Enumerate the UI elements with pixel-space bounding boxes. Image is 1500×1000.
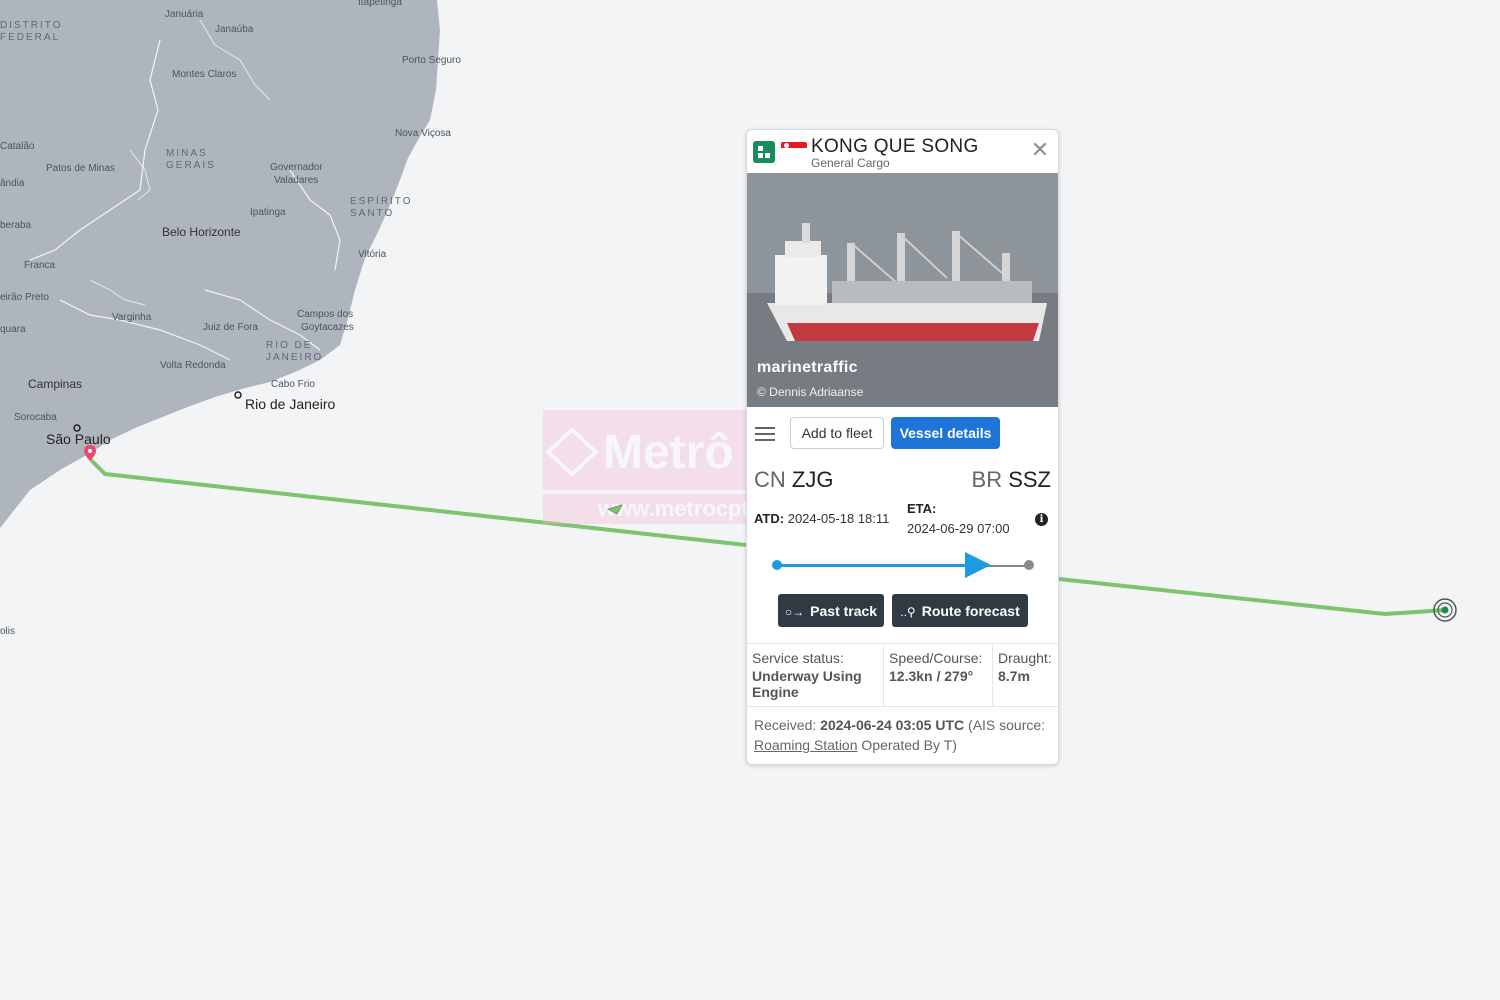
vessel-photo[interactable]: marinetraffic © Dennis Adriaanse: [747, 173, 1058, 407]
route-forecast-button[interactable]: ..⚲ Route forecast: [892, 594, 1028, 627]
route-forecast-label: Route forecast: [921, 602, 1020, 619]
atd-block: ATD: 2024-05-18 18:11: [754, 511, 889, 526]
city-label-juiz-de-fora: Juiz de Fora: [203, 322, 258, 333]
popup-header: KONG QUE SONG General Cargo ✕: [747, 130, 1058, 173]
city-label-volta-redonda: Volta Redonda: [160, 360, 226, 371]
eta-label: ETA:: [907, 501, 937, 516]
close-icon[interactable]: ✕: [1030, 139, 1050, 161]
eta-value: 2024-06-29 07:00: [907, 521, 1010, 536]
service-status-label: Service status:: [752, 650, 844, 666]
draught: Draught: 8.7m: [993, 644, 1058, 707]
city-label-rio-de-janeiro: Rio de Janeiro: [245, 396, 335, 412]
city-label-patos-de-minas: Patos de Minas: [46, 163, 115, 174]
city-label-vit-ria: Vitória: [358, 249, 387, 260]
voyage-times: ATD: 2024-05-18 18:11 ETA: 2024-06-29 07…: [747, 493, 1058, 541]
city-label-nova-vi-osa: Nova Viçosa: [395, 128, 451, 139]
departure-port-code: ZJG: [791, 467, 834, 492]
edge-label-4: quara: [0, 324, 26, 335]
past-track-icon: ○→: [784, 604, 805, 619]
general-cargo-icon: [753, 141, 775, 163]
city-label-ipatinga: Ipatinga: [250, 207, 286, 218]
city-label-montes-claros: Montes Claros: [172, 69, 236, 80]
speed-course-label: Speed/Course:: [889, 650, 983, 666]
departure-port[interactable]: CN ZJG: [754, 467, 833, 493]
received-label: Received:: [754, 717, 817, 733]
destination-port-code: SSZ: [1008, 467, 1051, 492]
progress-start-dot: [772, 560, 782, 570]
city-label-sorocaba: Sorocaba: [14, 412, 57, 423]
edge-label-2: beraba: [0, 220, 32, 231]
photo-credit: © Dennis Adriaanse: [757, 385, 864, 399]
voyage-ports: CN ZJG BR SSZ: [747, 463, 1058, 493]
atd-value: 2024-05-18 18:11: [787, 511, 890, 526]
ais-source-prefix: (AIS source:: [968, 717, 1046, 733]
add-to-fleet-button[interactable]: Add to fleet: [790, 417, 884, 449]
past-track-label: Past track: [810, 602, 878, 619]
city-label-belo-horizonte: Belo Horizonte: [162, 225, 241, 239]
roaming-station-link[interactable]: Roaming Station: [754, 737, 858, 753]
atd-label: ATD:: [754, 511, 785, 526]
edge-label-5: olis: [0, 626, 15, 637]
service-status: Service status: Underway Using Engine: [747, 644, 884, 707]
city-label-cabo-frio: Cabo Frio: [271, 379, 315, 390]
vessel-type: General Cargo: [811, 156, 890, 170]
city-label-catal-o: Catalão: [0, 141, 35, 152]
past-track-button[interactable]: ○→ Past track: [778, 594, 884, 627]
progress-fill: [777, 564, 989, 567]
state-label-distrito-federal: DISTRITO FEDERAL: [0, 20, 62, 43]
vessel-name: KONG QUE SONG: [811, 136, 979, 157]
city-label-janu-ria: Januária: [165, 9, 204, 20]
info-icon[interactable]: i: [1035, 513, 1048, 526]
vessel-stats: Service status: Underway Using Engine Sp…: [747, 643, 1058, 707]
city-label-campinas: Campinas: [28, 377, 82, 391]
route-forecast-icon: ..⚲: [900, 604, 916, 619]
hamburger-menu-icon[interactable]: [755, 427, 775, 441]
singapore-flag-icon: [781, 142, 807, 154]
progress-end-dot: [1024, 560, 1034, 570]
received-value: 2024-06-24 03:05 UTC: [820, 717, 965, 733]
photo-brand-watermark: marinetraffic: [757, 359, 858, 376]
edge-label-3: eirão Preto: [0, 292, 49, 303]
city-label-franca: Franca: [24, 260, 56, 271]
ais-source-suffix: Operated By T): [861, 737, 957, 753]
departure-country: CN: [754, 467, 786, 492]
track-buttons: ○→ Past track ..⚲ Route forecast: [747, 591, 1058, 643]
destination-pin-dot: [88, 449, 92, 453]
city-label-jana-ba: Janaúba: [215, 24, 254, 35]
draught-label: Draught:: [998, 650, 1052, 666]
vessel-details-button[interactable]: Vessel details: [891, 417, 1000, 449]
voyage-progress: [747, 541, 1058, 591]
city-label-varginha: Varginha: [112, 312, 152, 323]
edge-label-1: ândia: [0, 178, 25, 189]
popup-actions: Add to fleet Vessel details: [747, 407, 1058, 463]
city-label-s-o-paulo: São Paulo: [46, 431, 111, 447]
city-label-porto-seguro: Porto Seguro: [402, 55, 461, 66]
draught-value: 8.7m: [998, 668, 1030, 684]
destination-port[interactable]: BR SSZ: [972, 467, 1051, 493]
vessel-popup: KONG QUE SONG General Cargo ✕ marinetraf…: [746, 129, 1059, 765]
speed-course: Speed/Course: 12.3kn / 279°: [884, 644, 993, 707]
vessel-progress-arrow-icon: [964, 552, 991, 578]
received-info: Received: 2024-06-24 03:05 UTC (AIS sour…: [747, 707, 1058, 763]
service-status-value: Underway Using Engine: [752, 668, 862, 700]
edge-label-0: Itapetinga: [358, 0, 402, 8]
speed-course-value: 12.3kn / 279°: [889, 668, 974, 684]
destination-country: BR: [971, 467, 1003, 492]
